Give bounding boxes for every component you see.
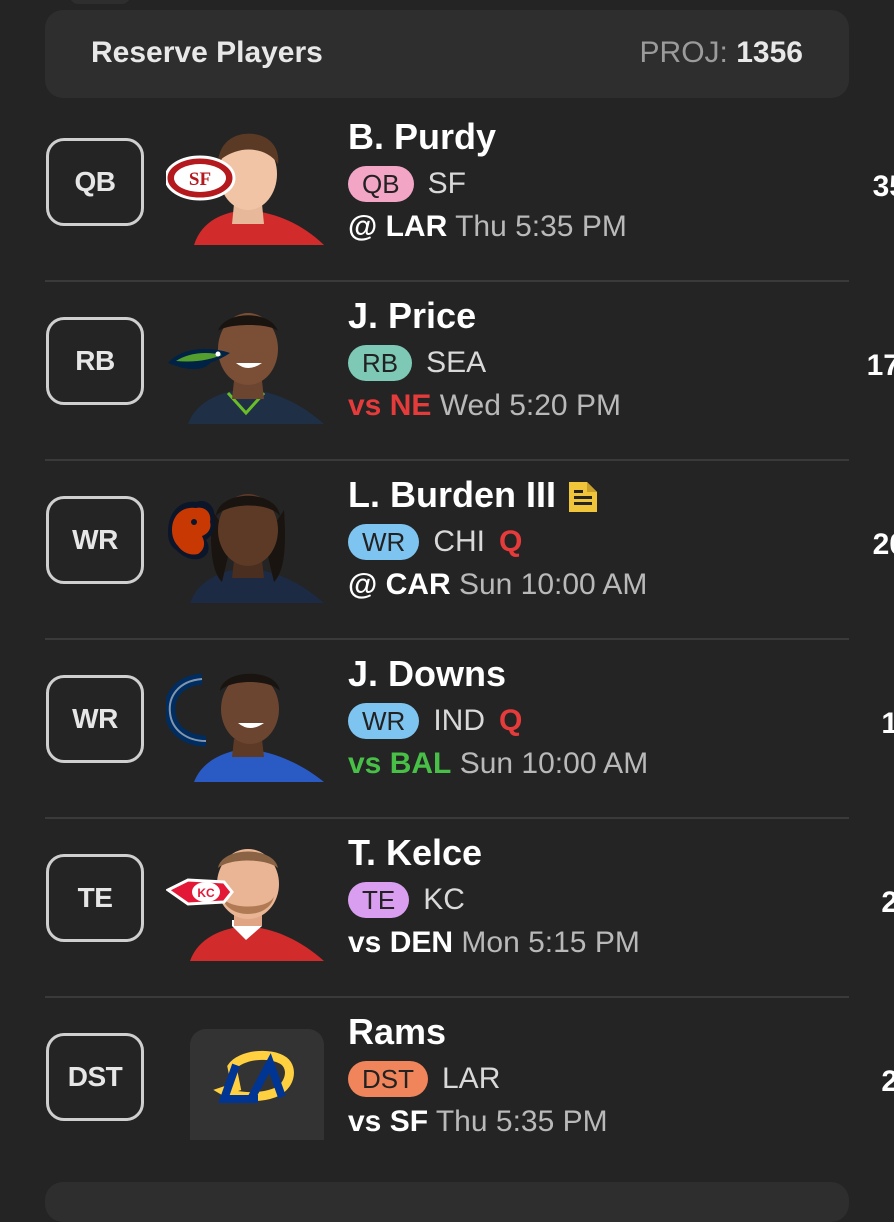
team-abbr: KC: [423, 883, 465, 916]
game-info: @ LAR Thu 5:35 PM: [348, 210, 627, 244]
player-points: 2: [881, 1065, 894, 1098]
team-abbr: CHI: [433, 525, 485, 558]
player-row[interactable]: DST Rams DST LAR vs SF Thu 5:35 PM 2: [0, 999, 894, 1177]
game-time: Wed 5:20 PM: [439, 389, 621, 422]
player-headshot[interactable]: [166, 470, 326, 603]
player-points: 2: [881, 886, 894, 919]
player-points: 1: [881, 707, 894, 740]
player-meta: WR IND Q: [348, 703, 522, 739]
player-name[interactable]: J. Downs: [348, 653, 506, 695]
game-time: Thu 5:35 PM: [455, 210, 627, 243]
section-title: Reserve Players: [91, 36, 323, 69]
opponent-prefix: vs: [348, 389, 382, 422]
opponent: SF: [389, 1105, 429, 1138]
slot-button-wr[interactable]: WR: [46, 496, 144, 584]
player-meta: TE KC: [348, 882, 465, 918]
player-points: 35: [872, 170, 894, 203]
row-divider: [45, 996, 849, 998]
player-meta: WR CHI Q: [348, 524, 522, 560]
position-badge: RB: [348, 345, 413, 381]
team-defense-image[interactable]: [166, 1007, 326, 1140]
opponent-prefix: vs: [348, 926, 382, 959]
player-note-icon[interactable]: [566, 479, 600, 515]
position-badge: QB: [348, 166, 414, 202]
position-badge: WR: [348, 524, 420, 560]
opponent-prefix: @: [348, 210, 378, 243]
player-name[interactable]: T. Kelce: [348, 832, 482, 874]
slot-button-qb[interactable]: QB: [46, 138, 144, 226]
slot-button-te[interactable]: TE: [46, 854, 144, 942]
player-points: 17: [866, 349, 894, 382]
opponent: DEN: [389, 926, 454, 959]
player-row[interactable]: WR J. Downs WR IND Q vs BAL Sun 10:00 AM…: [0, 641, 894, 819]
49ers-logo-icon: SF: [166, 155, 236, 201]
game-time: Sun 10:00 AM: [458, 568, 648, 601]
team-abbr: IND: [433, 704, 485, 737]
svg-text:SF: SF: [189, 169, 211, 190]
player-name-text: L. Burden III: [348, 474, 557, 515]
reserve-players-header: Reserve Players PROJ: 1356: [45, 10, 849, 98]
game-info: vs SF Thu 5:35 PM: [348, 1105, 608, 1139]
player-headshot[interactable]: KC: [166, 828, 326, 961]
player-name[interactable]: J. Price: [348, 295, 476, 337]
player-meta: RB SEA: [348, 345, 486, 381]
row-divider: [45, 817, 849, 819]
player-points: 20: [872, 528, 894, 561]
player-headshot[interactable]: [166, 291, 326, 424]
top-card-edge: [70, 0, 130, 4]
proj-label: PROJ:: [639, 36, 728, 69]
opponent: NE: [389, 389, 432, 422]
bears-logo-icon: [168, 500, 216, 560]
opponent: CAR: [385, 568, 451, 601]
player-name[interactable]: L. Burden III: [348, 474, 600, 516]
game-info: vs NE Wed 5:20 PM: [348, 389, 621, 423]
team-name[interactable]: Rams: [348, 1011, 446, 1053]
slot-button-wr[interactable]: WR: [46, 675, 144, 763]
position-badge: DST: [348, 1061, 428, 1097]
game-time: Thu 5:35 PM: [435, 1105, 608, 1138]
opponent: LAR: [385, 210, 448, 243]
team-abbr: LAR: [442, 1062, 501, 1095]
row-divider: [45, 280, 849, 282]
svg-text:KC: KC: [197, 886, 215, 900]
slot-button-dst[interactable]: DST: [46, 1033, 144, 1121]
row-divider: [45, 459, 849, 461]
projection-total: PROJ: 1356: [640, 36, 803, 70]
player-meta: DST LAR: [348, 1061, 500, 1097]
questionable-status: Q: [499, 525, 523, 558]
opponent-prefix: @: [348, 568, 378, 601]
player-meta: QB SF: [348, 166, 466, 202]
next-section-edge: [45, 1182, 849, 1222]
game-info: @ CAR Sun 10:00 AM: [348, 568, 647, 602]
game-time: Mon 5:15 PM: [461, 926, 640, 959]
game-time: Sun 10:00 AM: [459, 747, 649, 780]
game-info: vs BAL Sun 10:00 AM: [348, 747, 648, 781]
proj-value: 1356: [736, 36, 803, 69]
questionable-status: Q: [499, 704, 523, 737]
game-info: vs DEN Mon 5:15 PM: [348, 926, 640, 960]
player-headshot[interactable]: [166, 649, 326, 782]
slot-button-rb[interactable]: RB: [46, 317, 144, 405]
team-abbr: SEA: [426, 346, 487, 379]
player-row[interactable]: QB SF B. Purdy QB SF @ LAR Thu 5:35 PM 3…: [0, 104, 894, 282]
position-badge: TE: [348, 882, 410, 918]
player-headshot[interactable]: SF: [166, 112, 326, 245]
row-divider: [45, 638, 849, 640]
colts-logo-icon: [166, 673, 207, 747]
team-abbr: SF: [427, 167, 466, 200]
opponent: BAL: [389, 747, 452, 780]
chiefs-logo-icon: KC: [166, 878, 234, 906]
player-row[interactable]: WR L. Burden III WR CHI Q @ CAR Sun 10:0…: [0, 462, 894, 640]
player-name[interactable]: B. Purdy: [348, 116, 496, 158]
player-row[interactable]: RB J. Price RB SEA vs NE Wed 5:20 PM 17: [0, 283, 894, 461]
opponent-prefix: vs: [348, 747, 382, 780]
opponent-prefix: vs: [348, 1105, 382, 1138]
position-badge: WR: [348, 703, 420, 739]
player-row[interactable]: TE KC T. Kelce TE KC vs DEN Mon 5:15 PM …: [0, 820, 894, 998]
